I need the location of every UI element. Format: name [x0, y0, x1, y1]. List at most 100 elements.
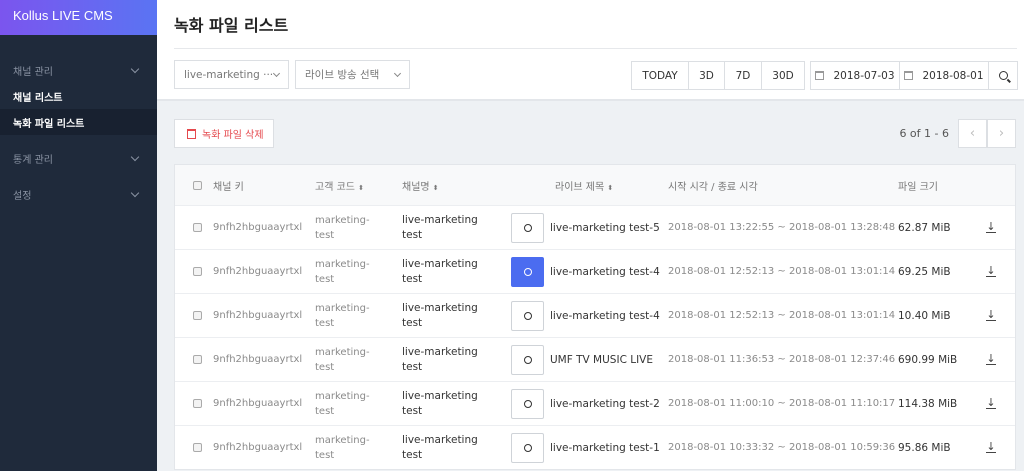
download-icon[interactable]: [986, 222, 996, 233]
table-row: 9nfh2hbguaayrtxl marketing-test live-mar…: [175, 425, 1015, 469]
broadcast-select-value: 라이브 방송 선택: [305, 69, 380, 81]
channel-select-value: live-marketing ···: [184, 68, 274, 81]
time-range: 2018-08-01 10:33:32 ~ 2018-08-01 10:59:3…: [668, 442, 896, 453]
table-row: 9nfh2hbguaayrtxl marketing-test live-mar…: [175, 205, 1015, 249]
sort-icon: ⬍: [432, 183, 439, 192]
range-7d-button[interactable]: 7D: [725, 62, 762, 89]
table-row: 9nfh2hbguaayrtxl marketing-test live-mar…: [175, 249, 1015, 293]
brand-logo[interactable]: Kollus LIVE CMS: [0, 0, 157, 35]
live-title: live-marketing test-2: [550, 397, 660, 410]
channel-name: live-marketing test: [402, 389, 478, 417]
file-size: 69.25 MiB: [898, 265, 951, 278]
file-size: 62.87 MiB: [898, 221, 951, 234]
sidebar: Kollus LIVE CMS 채널 관리채널 리스트녹화 파일 리스트통계 관…: [0, 0, 157, 471]
live-title: live-marketing test-1: [550, 441, 660, 454]
play-button[interactable]: [511, 300, 544, 331]
row-checkbox[interactable]: [193, 311, 202, 320]
col-live-title[interactable]: 라이브 제목 ⬍: [555, 178, 613, 193]
col-label: 라이브 제목: [555, 181, 605, 193]
search-button[interactable]: [989, 62, 1017, 89]
channel-select[interactable]: live-marketing ···: [174, 60, 289, 89]
start-date-input[interactable]: 2018-07-03: [811, 62, 900, 89]
channel-name: live-marketing test: [402, 301, 478, 329]
calendar-icon: [904, 71, 914, 80]
customer-code: marketing-test: [315, 214, 370, 241]
chevron-down-icon: [393, 69, 402, 77]
divider: [174, 48, 1017, 49]
play-button[interactable]: [511, 432, 544, 463]
col-channel-name[interactable]: 채널명 ⬍: [402, 178, 439, 193]
sidebar-item-label: 채널 관리: [13, 66, 53, 78]
sidebar-item-label: 설정: [13, 190, 32, 202]
file-size: 690.99 MiB: [898, 353, 958, 366]
row-checkbox[interactable]: [193, 443, 202, 452]
live-title: UMF TV MUSIC LIVE: [550, 353, 653, 366]
toolbar: 녹화 파일 리스트 live-marketing ··· 라이브 방송 선택 T…: [157, 0, 1024, 101]
customer-code: marketing-test: [315, 390, 370, 417]
live-title: live-marketing test-4: [550, 309, 660, 322]
file-size: 10.40 MiB: [898, 309, 951, 322]
range-today-button[interactable]: TODAY: [632, 62, 689, 89]
play-button[interactable]: [511, 388, 544, 419]
sidebar-item[interactable]: 채널 관리: [0, 57, 157, 83]
time-range: 2018-08-01 13:22:55 ~ 2018-08-01 13:28:4…: [668, 222, 896, 233]
sidebar-item[interactable]: 설정: [0, 181, 157, 207]
customer-code: marketing-test: [315, 258, 370, 285]
download-icon[interactable]: [986, 442, 996, 453]
sort-icon: ⬍: [607, 183, 614, 192]
play-button[interactable]: [511, 212, 544, 243]
broadcast-select[interactable]: 라이브 방송 선택: [295, 60, 410, 89]
main-content: 녹화 파일 리스트 live-marketing ··· 라이브 방송 선택 T…: [157, 0, 1024, 471]
customer-code: marketing-test: [315, 346, 370, 373]
channel-name: live-marketing test: [402, 257, 478, 285]
play-icon: [523, 443, 532, 452]
next-page-button[interactable]: ›: [987, 119, 1016, 148]
download-icon[interactable]: [986, 266, 996, 277]
play-button[interactable]: [511, 344, 544, 375]
row-checkbox[interactable]: [193, 223, 202, 232]
prev-page-button[interactable]: ‹: [958, 119, 987, 148]
end-date-input[interactable]: 2018-08-01: [900, 62, 989, 89]
col-channel-key: 채널 키: [213, 181, 244, 193]
pagination: 6 of 1 - 6 ‹ ›: [899, 119, 1016, 148]
range-3d-button[interactable]: 3D: [689, 62, 725, 89]
sidebar-item[interactable]: 녹화 파일 리스트: [0, 109, 157, 135]
row-checkbox[interactable]: [193, 267, 202, 276]
col-label: 채널명: [402, 181, 430, 193]
channel-key: 9nfh2hbguaayrtxl: [213, 354, 303, 365]
col-file-size: 파일 크기: [898, 181, 938, 193]
start-date-value: 2018-07-03: [833, 69, 895, 82]
channel-name: live-marketing test: [402, 345, 478, 373]
sidebar-item[interactable]: 통계 관리: [0, 145, 157, 171]
date-range: 2018-07-03 2018-08-01: [810, 61, 1018, 90]
file-size: 95.86 MiB: [898, 441, 951, 454]
nav-gap: [0, 171, 157, 181]
customer-code: marketing-test: [315, 302, 370, 329]
download-icon[interactable]: [986, 398, 996, 409]
sidebar-item[interactable]: 채널 리스트: [0, 83, 157, 109]
row-checkbox[interactable]: [193, 399, 202, 408]
col-time: 시작 시각 / 종료 시각: [668, 181, 758, 193]
delete-label: 녹화 파일 삭제: [202, 130, 264, 141]
table-header: 채널 키 고객 코드 ⬍ 채널명 ⬍ 라이브 제목 ⬍ 시작 시각 / 종료 시…: [175, 165, 1015, 205]
nav-gap: [0, 135, 157, 145]
play-icon: [523, 223, 532, 232]
download-icon[interactable]: [986, 354, 996, 365]
col-customer-code[interactable]: 고객 코드 ⬍: [315, 178, 364, 193]
channel-key: 9nfh2hbguaayrtxl: [213, 442, 303, 453]
col-label: 고객 코드: [315, 181, 355, 193]
sidebar-item-label: 채널 리스트: [13, 92, 63, 104]
play-button[interactable]: [511, 256, 544, 287]
delete-recording-button[interactable]: 녹화 파일 삭제: [174, 119, 274, 148]
download-icon[interactable]: [986, 310, 996, 321]
select-all-checkbox[interactable]: [193, 180, 202, 190]
play-icon: [523, 311, 532, 320]
table-row: 9nfh2hbguaayrtxl marketing-test live-mar…: [175, 381, 1015, 425]
sidebar-nav: 채널 관리채널 리스트녹화 파일 리스트통계 관리설정: [0, 35, 157, 207]
chevron-down-icon: [130, 152, 140, 161]
time-range: 2018-08-01 11:00:10 ~ 2018-08-01 11:10:1…: [668, 398, 896, 409]
chevron-down-icon: [130, 188, 140, 197]
channel-key: 9nfh2hbguaayrtxl: [213, 222, 303, 233]
row-checkbox[interactable]: [193, 355, 202, 364]
range-30d-button[interactable]: 30D: [762, 62, 804, 89]
